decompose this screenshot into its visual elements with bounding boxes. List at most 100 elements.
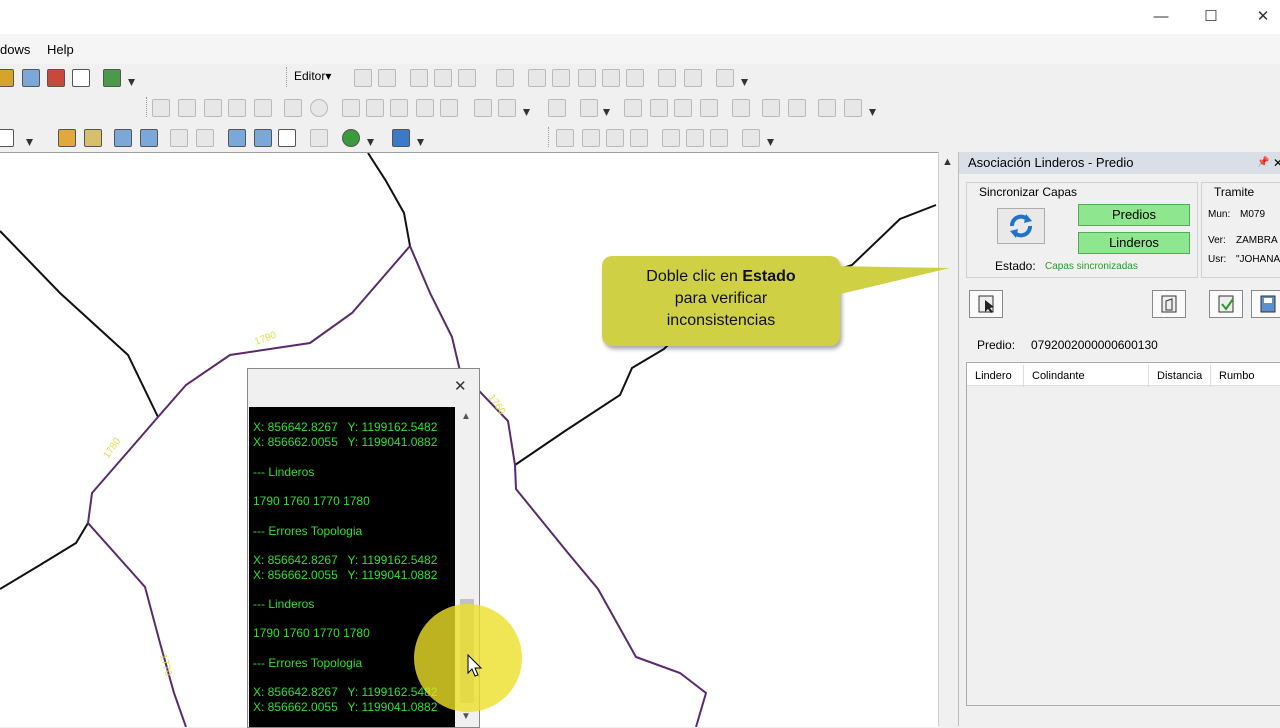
- tool-m-icon[interactable]: [710, 129, 728, 147]
- straight-segment-icon[interactable]: [410, 69, 428, 87]
- table-icon[interactable]: [22, 69, 40, 87]
- sync-button[interactable]: [997, 208, 1045, 244]
- validate-button[interactable]: [1209, 290, 1243, 318]
- adjust-icon[interactable]: [788, 99, 806, 117]
- dropdown-arrow-icon[interactable]: [869, 109, 876, 116]
- zoom-in-icon[interactable]: [0, 129, 14, 147]
- editor-menu[interactable]: Editor▾: [294, 69, 331, 83]
- tool-e-icon[interactable]: [278, 129, 296, 147]
- edit-vertices-icon[interactable]: [528, 69, 546, 87]
- tool-i-icon[interactable]: [606, 129, 624, 147]
- error-inspector-icon[interactable]: [366, 99, 384, 117]
- topology-edit-icon[interactable]: [178, 99, 196, 117]
- options-icon[interactable]: [844, 99, 862, 117]
- identify-icon[interactable]: [140, 129, 158, 147]
- panel-close-icon[interactable]: ✕: [1273, 152, 1280, 174]
- construct-features-icon[interactable]: [390, 99, 408, 117]
- tool-d-icon[interactable]: [254, 129, 272, 147]
- dropdown-arrow-icon[interactable]: [417, 139, 424, 146]
- link-tool-icon[interactable]: [624, 99, 642, 117]
- adjust-preview-icon[interactable]: [762, 99, 780, 117]
- vertex-icon[interactable]: [496, 69, 514, 87]
- dropdown-arrow-icon[interactable]: [367, 139, 374, 146]
- toolbox-icon[interactable]: [47, 69, 65, 87]
- show-shared-features-icon[interactable]: [204, 99, 222, 117]
- tool-b-icon[interactable]: [196, 129, 214, 147]
- map-topology-icon[interactable]: [284, 99, 302, 117]
- topology-tool-icon[interactable]: [152, 99, 170, 117]
- tool-h-icon[interactable]: [582, 129, 600, 147]
- fix-topology-icon[interactable]: [342, 99, 360, 117]
- view-link-table-icon[interactable]: [732, 99, 750, 117]
- minimize-button[interactable]: —: [1146, 6, 1176, 28]
- dropdown-arrow-icon[interactable]: [741, 79, 748, 86]
- scroll-up-icon[interactable]: ▲: [942, 156, 953, 168]
- build-polygons-icon[interactable]: [440, 99, 458, 117]
- validate-selection-icon[interactable]: [498, 99, 516, 117]
- spatial-adjust-icon[interactable]: [580, 99, 598, 117]
- column-header-rumbo[interactable]: Rumbo: [1211, 365, 1280, 387]
- dropdown-arrow-icon[interactable]: [523, 109, 530, 116]
- select-predio-button[interactable]: [969, 290, 1003, 318]
- column-header-distancia[interactable]: Distancia: [1149, 365, 1211, 387]
- end-point-arc-icon[interactable]: [434, 69, 452, 87]
- scroll-up-icon[interactable]: ▲: [461, 411, 471, 422]
- dropdown-arrow-icon[interactable]: [767, 139, 774, 146]
- linderos-table[interactable]: [966, 362, 1280, 706]
- edit-tool-icon[interactable]: [354, 69, 372, 87]
- world-icon[interactable]: [392, 129, 410, 147]
- predios-button[interactable]: Predios: [1078, 204, 1190, 226]
- edit-annotation-icon[interactable]: [378, 69, 396, 87]
- dialog-close-button[interactable]: ✕: [454, 377, 467, 395]
- save-button[interactable]: [1251, 290, 1280, 318]
- column-header-colindante[interactable]: Colindante: [1024, 365, 1149, 387]
- measure-icon[interactable]: [58, 129, 76, 147]
- sketch-properties-icon[interactable]: [684, 69, 702, 87]
- map-scrollbar[interactable]: ▲: [938, 152, 957, 726]
- tool-f-icon[interactable]: [310, 129, 328, 147]
- planarize-icon[interactable]: [416, 99, 434, 117]
- estado-label[interactable]: Estado:: [995, 259, 1036, 273]
- close-button[interactable]: ✕: [1248, 6, 1278, 28]
- new-displacement-link-icon[interactable]: [674, 99, 692, 117]
- column-header-lindero[interactable]: Lindero: [967, 365, 1024, 387]
- maximize-button[interactable]: ☐: [1196, 6, 1226, 28]
- cut-polygon-icon[interactable]: [578, 69, 596, 87]
- limited-adjustment-icon[interactable]: [700, 99, 718, 117]
- generalize-icon[interactable]: [254, 99, 272, 117]
- georef-icon[interactable]: [548, 99, 566, 117]
- linderos-button[interactable]: Linderos: [1078, 232, 1190, 254]
- window-icon[interactable]: [72, 69, 90, 87]
- tool-l-icon[interactable]: [686, 129, 704, 147]
- pin-icon[interactable]: 📌: [1257, 152, 1269, 174]
- tool-c-icon[interactable]: [228, 129, 246, 147]
- attribute-transfer-icon[interactable]: [818, 99, 836, 117]
- validate-extent-icon[interactable]: [474, 99, 492, 117]
- split-icon[interactable]: [602, 69, 620, 87]
- menu-help[interactable]: Help: [47, 42, 74, 57]
- rotate-icon[interactable]: [626, 69, 644, 87]
- globe-icon[interactable]: [342, 129, 360, 147]
- tool-a-icon[interactable]: [170, 129, 188, 147]
- tool-n-icon[interactable]: [742, 129, 760, 147]
- reshape-icon[interactable]: [552, 69, 570, 87]
- edge-match-icon[interactable]: [650, 99, 668, 117]
- validate-icon[interactable]: [310, 99, 328, 117]
- edit-predio-button[interactable]: [1152, 290, 1186, 318]
- dropdown-arrow-icon[interactable]: [26, 139, 33, 146]
- create-features-icon[interactable]: [716, 69, 734, 87]
- tool-k-icon[interactable]: [662, 129, 680, 147]
- dropdown-arrow-icon[interactable]: [603, 109, 610, 116]
- menu-windows[interactable]: dows: [0, 42, 30, 57]
- dropdown-arrow-icon[interactable]: [128, 79, 135, 86]
- attributes-icon[interactable]: [658, 69, 676, 87]
- model-icon[interactable]: [103, 69, 121, 87]
- add-data-icon[interactable]: [114, 129, 132, 147]
- tool-j-icon[interactable]: [630, 129, 648, 147]
- construction-tools-icon[interactable]: [458, 69, 476, 87]
- scroll-down-icon[interactable]: ▼: [461, 711, 471, 722]
- tool-g-icon[interactable]: [556, 129, 574, 147]
- find-icon[interactable]: [84, 129, 102, 147]
- align-edge-icon[interactable]: [228, 99, 246, 117]
- estado-value[interactable]: Capas sincronizadas: [1045, 261, 1138, 272]
